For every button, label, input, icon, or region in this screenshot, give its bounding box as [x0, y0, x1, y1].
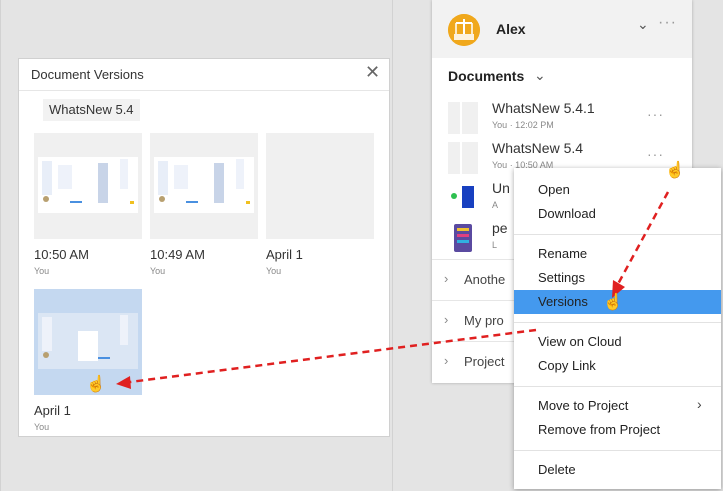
- arrow-to-versions: [612, 191, 670, 298]
- hand-cursor-icon: ☝: [603, 294, 623, 311]
- hand-cursor-icon: ☝: [86, 376, 106, 393]
- annotation-arrows: [116, 191, 670, 389]
- arrow-to-version-card: [116, 328, 537, 389]
- hand-cursor-icon: ☝: [665, 162, 685, 179]
